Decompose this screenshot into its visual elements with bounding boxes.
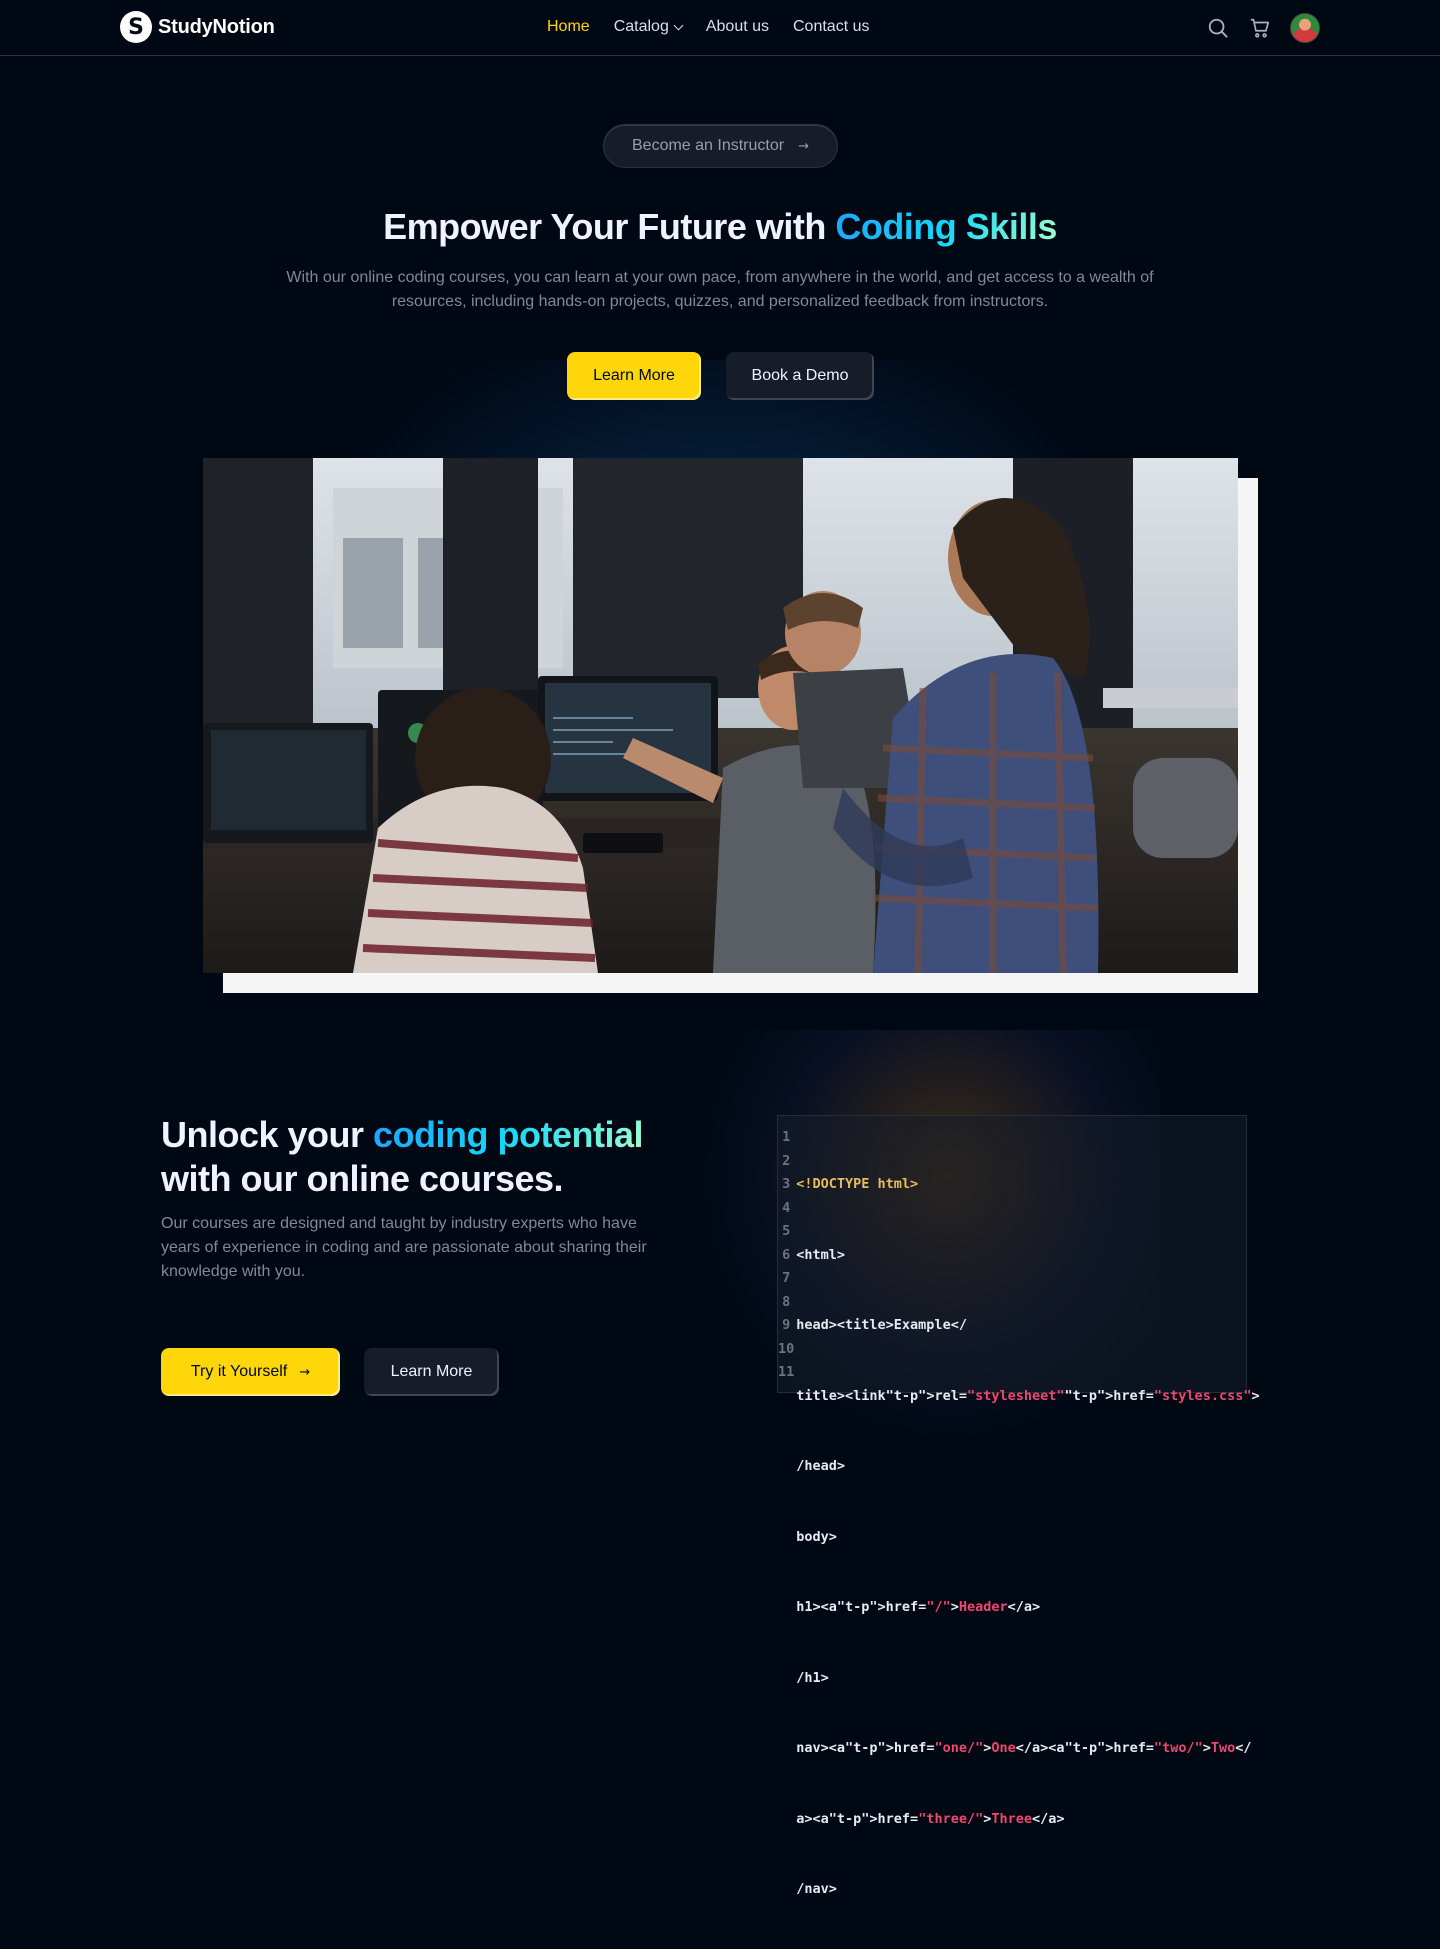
- book-demo-label: Book a Demo: [751, 367, 849, 384]
- nav-links: Home Catalog About us Contact us: [547, 18, 869, 36]
- code-section-title-plain-1: Unlock your: [161, 1114, 374, 1155]
- code-section-subtitle: Our courses are designed and taught by i…: [161, 1215, 647, 1280]
- logo-mark-icon: S: [120, 11, 152, 43]
- line-number: 7: [782, 1270, 791, 1286]
- nav-actions: [1206, 13, 1320, 43]
- code-section-title-plain-2: with our online courses.: [161, 1158, 564, 1199]
- logo[interactable]: S StudyNotion: [120, 11, 275, 43]
- hero-title-plain: Empower Your Future with: [383, 206, 836, 247]
- code-line: head><title>Example</: [796, 1317, 967, 1333]
- hero-subtitle: With our online coding courses, you can …: [286, 269, 1154, 310]
- code-block: 1 2 3 4 5 6 7 8 9 10 11 <!DOCTYPE html> …: [777, 1115, 1260, 1897]
- code-line: h1><a"t-p">href="/">Header</a>: [796, 1599, 1041, 1615]
- code-section-title-highlight: coding potential: [373, 1114, 644, 1155]
- line-number: 11: [778, 1364, 795, 1380]
- cart-icon[interactable]: [1248, 13, 1272, 43]
- become-instructor-label: Become an Instructor: [632, 137, 785, 154]
- code-line: /nav>: [796, 1881, 837, 1897]
- line-number: 3: [782, 1176, 791, 1192]
- become-instructor-button[interactable]: Become an Instructor →: [603, 124, 838, 168]
- navbar: S StudyNotion Home Catalog About us Cont…: [0, 0, 1440, 56]
- nav-link-home[interactable]: Home: [547, 18, 590, 36]
- line-number: 6: [782, 1246, 791, 1263]
- hero-title-highlight: Coding Skills: [835, 206, 1057, 247]
- line-number: 2: [782, 1152, 791, 1169]
- arrow-right-icon: →: [299, 1364, 311, 1380]
- line-number: 9: [782, 1317, 791, 1333]
- line-number: 8: [782, 1293, 791, 1310]
- code-line: /h1>: [796, 1669, 829, 1686]
- learn-more-button[interactable]: Learn More: [567, 352, 701, 400]
- code-lines: <!DOCTYPE html> <html> head><title>Examp…: [794, 1126, 1259, 1897]
- line-number: 5: [782, 1223, 791, 1239]
- code-line: <!DOCTYPE html>: [796, 1176, 919, 1192]
- code-learn-more-label: Learn More: [390, 1363, 473, 1380]
- try-it-yourself-button[interactable]: Try it Yourself →: [161, 1348, 340, 1396]
- code-line: a><a"t-p">href="three/">Three</a>: [796, 1810, 1065, 1827]
- search-icon[interactable]: [1206, 13, 1230, 43]
- line-numbers: 1 2 3 4 5 6 7 8 9 10 11: [778, 1126, 794, 1392]
- line-number: 1: [782, 1129, 791, 1145]
- code-line: title><link"t-p">rel="stylesheet""t-p">h…: [796, 1387, 1260, 1404]
- code-learn-more-button[interactable]: Learn More: [364, 1348, 499, 1396]
- code-line: <html>: [796, 1246, 846, 1263]
- nav-link-catalog-label: Catalog: [613, 18, 669, 35]
- nav-link-contact[interactable]: Contact us: [793, 18, 869, 36]
- code-section-title: Unlock your coding potential with our onl…: [161, 1113, 681, 1201]
- line-number: 10: [778, 1340, 795, 1357]
- chevron-down-icon: [673, 20, 684, 30]
- arrow-right-icon: →: [798, 138, 809, 154]
- book-demo-button[interactable]: Book a Demo: [726, 352, 874, 400]
- code-line: nav><a"t-p">href="one/">One</a><a"t-p">h…: [796, 1740, 1252, 1756]
- hero-video[interactable]: [203, 458, 1238, 973]
- nav-link-about[interactable]: About us: [706, 18, 769, 36]
- try-it-yourself-label: Try it Yourself: [190, 1363, 288, 1380]
- hero-title: Empower Your Future with Coding Skills: [0, 206, 1440, 248]
- code-line: body>: [796, 1528, 837, 1545]
- nav-link-catalog[interactable]: Catalog: [613, 18, 684, 36]
- avatar[interactable]: [1290, 13, 1320, 43]
- code-line: /head>: [796, 1458, 846, 1474]
- logo-text: StudyNotion: [158, 15, 275, 38]
- line-number: 4: [782, 1199, 791, 1216]
- learn-more-label: Learn More: [593, 367, 675, 384]
